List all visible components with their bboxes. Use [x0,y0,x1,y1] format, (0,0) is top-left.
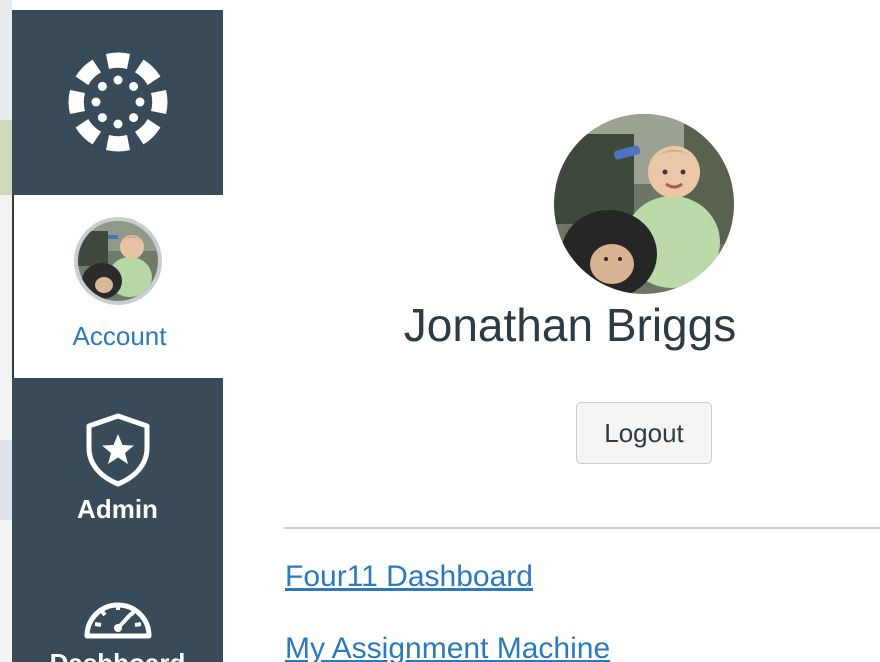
sidebar-item-admin[interactable]: Admin [12,388,223,524]
profile-name: Jonathan Briggs [403,299,737,351]
profile-avatar [554,114,734,294]
sidebar-item-admin-label: Admin [77,494,158,524]
logout-button[interactable]: Logout [576,402,712,464]
global-navigation-sidebar: Account Admin Dashboard [12,10,223,662]
link-four11-dashboard[interactable]: Four11 Dashboard [285,560,533,594]
sidebar-item-dashboard-label: Dashboard [12,648,223,662]
divider [284,527,880,529]
link-my-assignment-machine[interactable]: My Assignment Machine [285,632,610,662]
avatar [74,217,162,305]
left-edge-strip [0,0,12,662]
canvas-account-tray: Account Admin Dashboard [0,0,880,662]
profile-photo [554,114,734,294]
sidebar-item-account-label: Account [72,321,167,351]
speedometer-icon [84,602,151,639]
canvas-logo-icon [68,52,167,152]
sidebar-item-dashboard[interactable]: Dashboard [12,570,223,662]
avatar-photo [78,221,158,301]
canvas-logo-link[interactable] [12,10,223,194]
shield-star-icon [86,413,149,487]
sidebar-item-account[interactable]: Account [12,195,223,378]
